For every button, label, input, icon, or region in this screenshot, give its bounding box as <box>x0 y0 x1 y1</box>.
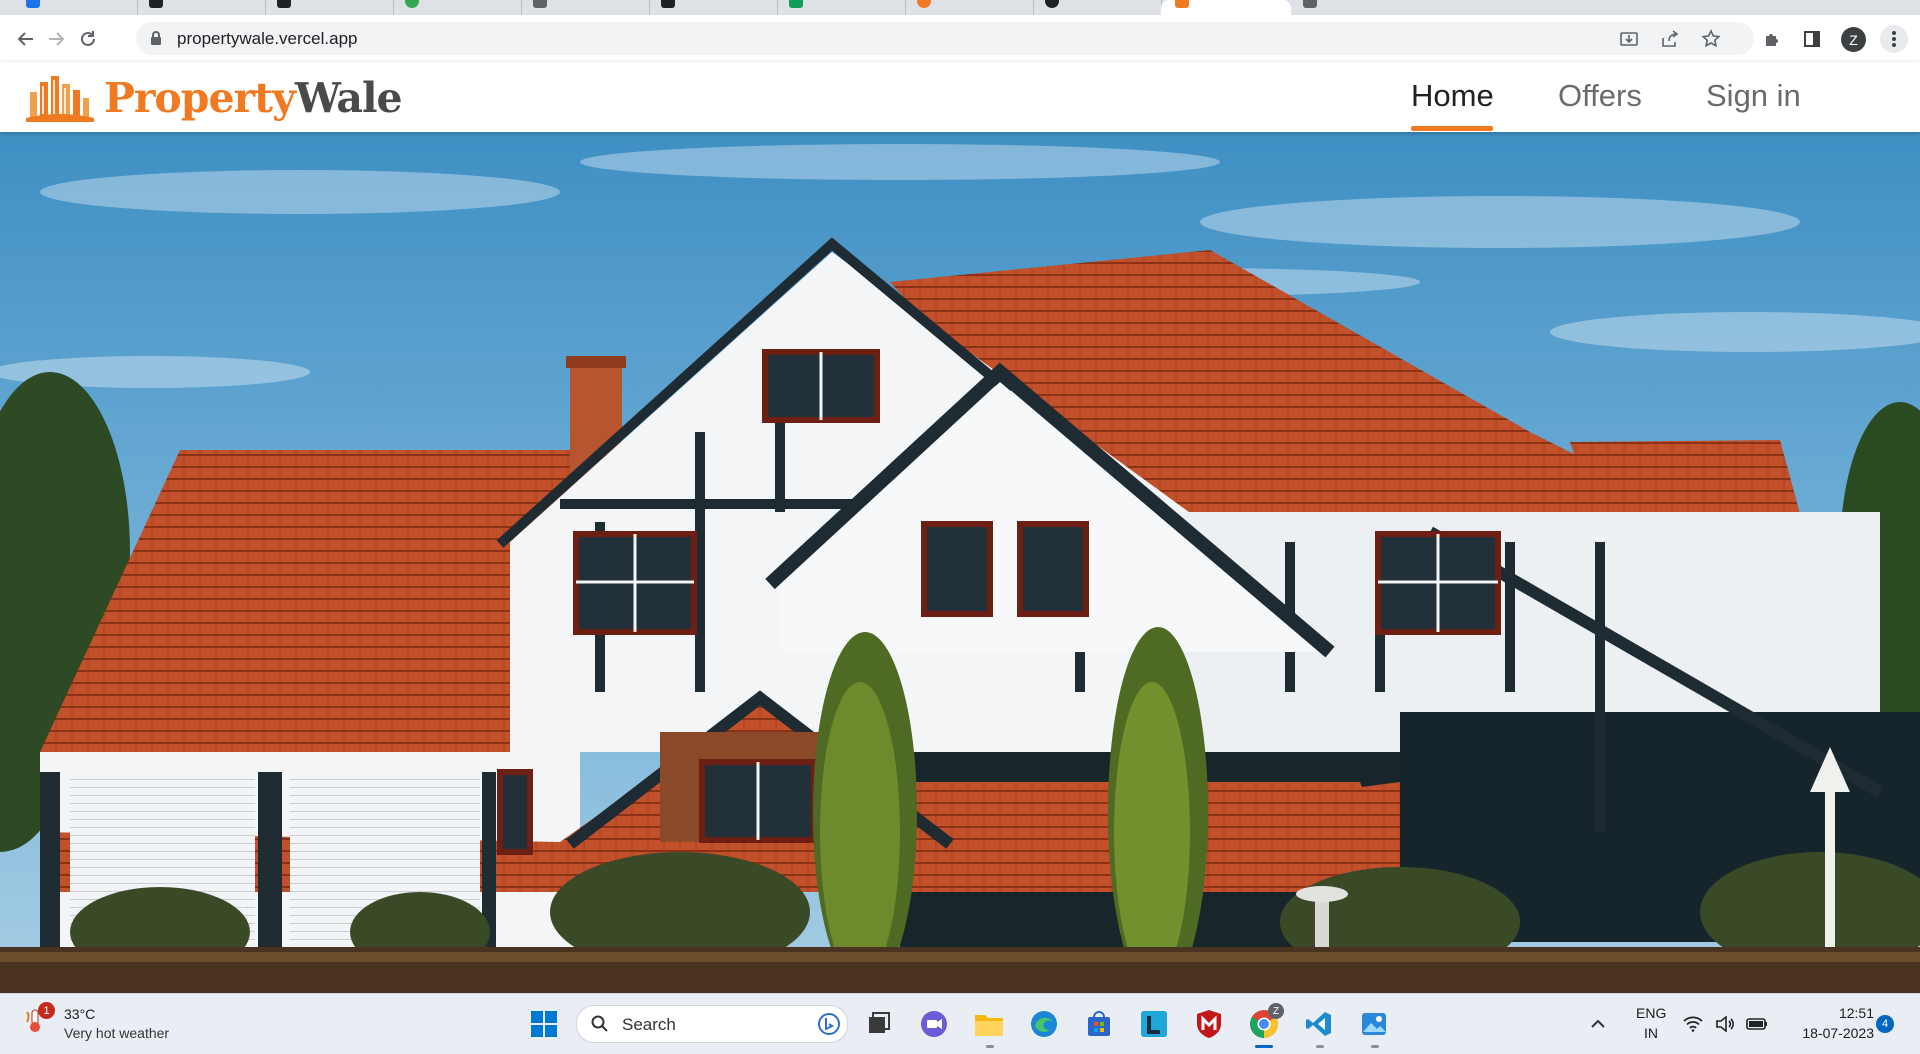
file-explorer-button[interactable] <box>972 1007 1006 1041</box>
search-icon <box>591 1015 608 1032</box>
learning-app-button[interactable] <box>1137 1007 1171 1041</box>
brand-name-part1: Property <box>104 73 296 122</box>
tab-favicon <box>1303 0 1317 8</box>
bookmark-star-icon[interactable] <box>1700 29 1722 49</box>
edge-browser-button[interactable] <box>1027 1007 1061 1041</box>
letter-l-app-icon <box>1141 1011 1167 1037</box>
buildings-logo-icon <box>26 76 94 122</box>
browser-menu-button[interactable] <box>1880 25 1908 53</box>
video-chat-icon <box>921 1011 947 1037</box>
browser-tab[interactable] <box>777 0 906 15</box>
weather-description: Very hot weather <box>64 1025 170 1041</box>
tab-favicon <box>149 0 163 8</box>
running-indicator <box>1371 1045 1379 1048</box>
vscode-app-button[interactable] <box>1302 1007 1336 1041</box>
tab-favicon <box>405 0 419 8</box>
task-view-button[interactable] <box>862 1007 896 1041</box>
browser-tab[interactable] <box>0 0 138 15</box>
brand-name-part2: Wale <box>294 73 403 122</box>
browser-tab[interactable] <box>1291 0 1451 15</box>
vscode-icon <box>1306 1012 1331 1036</box>
notification-badge[interactable]: 4 <box>1876 1015 1894 1033</box>
browser-tab-active[interactable] <box>1161 0 1291 15</box>
photos-app-button[interactable] <box>1357 1007 1391 1041</box>
house-illustration <box>0 132 1920 993</box>
taskbar-search-label: Search <box>622 1015 676 1034</box>
tab-favicon <box>1175 0 1189 8</box>
running-indicator <box>986 1045 994 1048</box>
forward-button[interactable] <box>42 25 70 53</box>
shield-m-icon <box>1197 1010 1221 1038</box>
browser-tab[interactable] <box>1033 0 1162 15</box>
start-button[interactable] <box>527 1007 561 1041</box>
volume-status[interactable] <box>1712 1007 1738 1041</box>
tab-favicon <box>917 0 931 8</box>
tab-favicon <box>1045 0 1059 8</box>
share-icon[interactable] <box>1659 29 1681 49</box>
browser-toolbar: propertywale.vercel.app Z <box>0 15 1920 63</box>
running-indicator <box>1316 1045 1324 1048</box>
nav-offers-link[interactable]: Offers <box>1558 78 1642 114</box>
tab-favicon <box>661 0 675 8</box>
lock-icon <box>151 31 161 45</box>
weather-alert-badge: 1 <box>38 1002 55 1019</box>
browser-tab[interactable] <box>649 0 778 15</box>
brand-wordmark: PropertyWale <box>104 77 403 119</box>
photos-icon <box>1362 1013 1386 1035</box>
url-text: propertywale.vercel.app <box>177 29 358 48</box>
hero-image <box>0 132 1920 993</box>
task-view-icon <box>869 1012 890 1033</box>
tab-favicon <box>277 0 291 8</box>
weather-temperature: 33°C <box>64 1006 96 1022</box>
folder-icon <box>975 1015 1003 1036</box>
address-bar[interactable]: propertywale.vercel.app <box>136 22 1754 55</box>
tab-favicon <box>533 0 547 8</box>
battery-icon <box>1746 1018 1767 1030</box>
language-indicator[interactable]: ENG <box>1636 1005 1666 1021</box>
reload-icon <box>81 31 95 46</box>
extensions-puzzle-icon[interactable] <box>1760 27 1784 51</box>
clock-date[interactable]: 18-07-2023 <box>1782 1025 1874 1041</box>
browser-tab[interactable] <box>393 0 522 15</box>
edge-icon <box>1031 1011 1057 1037</box>
brand-logo[interactable]: PropertyWale <box>26 74 403 122</box>
reload-button[interactable] <box>74 25 102 53</box>
store-icon <box>1088 1011 1110 1036</box>
active-nav-underline <box>1411 126 1493 131</box>
tab-strip <box>0 0 1920 15</box>
side-panel-icon[interactable] <box>1800 27 1824 51</box>
clock-time[interactable]: 12:51 <box>1814 1005 1874 1021</box>
speaker-icon <box>1716 1016 1734 1032</box>
battery-status[interactable] <box>1744 1007 1770 1041</box>
site-header: PropertyWale Home Offers Sign in <box>0 62 1920 132</box>
active-app-indicator <box>1255 1045 1273 1048</box>
mcafee-app-button[interactable] <box>1192 1007 1226 1041</box>
store-app-button[interactable] <box>1082 1007 1116 1041</box>
wifi-icon <box>1683 1016 1703 1032</box>
tab-favicon <box>789 0 803 8</box>
back-button[interactable] <box>12 25 40 53</box>
windows-logo-icon <box>531 1011 557 1037</box>
forward-arrow-icon <box>49 32 65 46</box>
browser-tab[interactable] <box>265 0 394 15</box>
show-hidden-icons-button[interactable] <box>1585 1007 1611 1041</box>
browser-tab[interactable] <box>521 0 650 15</box>
bing-icon <box>818 1013 840 1035</box>
nav-home-link[interactable]: Home <box>1411 78 1494 114</box>
chevron-up-icon <box>1591 1019 1605 1028</box>
browser-tab[interactable] <box>137 0 266 15</box>
wifi-status[interactable] <box>1680 1007 1706 1041</box>
kebab-menu-icon <box>1892 31 1896 47</box>
taskbar-search-box[interactable]: Search <box>576 1005 848 1043</box>
nav-sign-in-link[interactable]: Sign in <box>1706 78 1801 114</box>
meet-app-button[interactable] <box>917 1007 951 1041</box>
chrome-profile-badge: Z <box>1268 1003 1284 1019</box>
back-arrow-icon <box>17 32 33 46</box>
profile-avatar[interactable]: Z <box>1841 27 1866 52</box>
region-indicator: IN <box>1644 1025 1658 1041</box>
tab-favicon <box>26 0 40 8</box>
browser-tab[interactable] <box>905 0 1034 15</box>
install-app-icon[interactable] <box>1618 29 1640 49</box>
taskbar: 1 33°C Very hot weather Search Z ENG IN … <box>0 993 1920 1054</box>
